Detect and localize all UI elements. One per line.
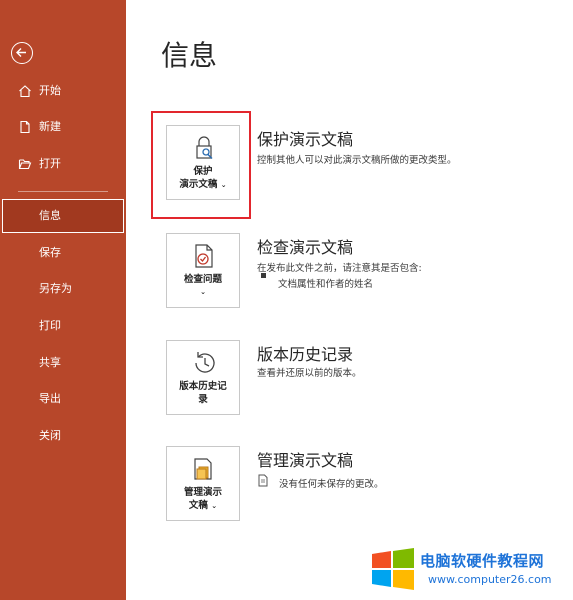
- version-history-button[interactable]: 版本历史记 录: [166, 340, 240, 415]
- bullet-text: 文档属性和作者的姓名: [278, 279, 374, 290]
- tile-label: 文稿 ⌄: [167, 500, 239, 512]
- folder-open-icon: [18, 159, 32, 170]
- sidebar-item-share[interactable]: 共享: [0, 346, 126, 380]
- sidebar-item-label: 保存: [39, 246, 61, 259]
- tile-label-text: 文稿: [188, 500, 208, 511]
- section-title: 保护演示文稿: [257, 130, 354, 149]
- chevron-down-icon: ⌄: [200, 288, 206, 296]
- sidebar-item-save[interactable]: 保存: [0, 236, 126, 270]
- inspect-document-icon: [195, 244, 213, 268]
- sidebar-item-label: 另存为: [39, 282, 72, 295]
- sidebar-item-label: 信息: [39, 209, 61, 222]
- section-title: 检查演示文稿: [257, 238, 354, 257]
- section-title: 管理演示文稿: [257, 451, 354, 470]
- sidebar-item-label: 新建: [39, 120, 61, 133]
- sidebar-item-info[interactable]: 信息: [2, 199, 124, 233]
- sidebar-item-label: 打印: [39, 319, 61, 332]
- chevron-down-icon: ⌄: [211, 502, 218, 510]
- sidebar-item-label: 关闭: [39, 429, 61, 442]
- highlight-box: [151, 111, 251, 219]
- sidebar-item-save-as[interactable]: 另存为: [0, 272, 126, 306]
- history-icon: [195, 352, 215, 373]
- sidebar-item-label: 打开: [39, 157, 61, 170]
- sidebar-item-label: 导出: [39, 392, 61, 405]
- sidebar-item-close[interactable]: 关闭: [0, 419, 126, 453]
- sidebar-item-open[interactable]: 打开: [0, 147, 126, 181]
- windows-logo-icon: [372, 548, 414, 590]
- section-description: 控制其他人可以对此演示文稿所做的更改类型。: [257, 155, 457, 166]
- manage-presentation-button[interactable]: 管理演示 文稿 ⌄: [166, 446, 240, 521]
- sidebar-item-export[interactable]: 导出: [0, 382, 126, 416]
- back-arrow-icon[interactable]: [11, 42, 33, 64]
- new-document-icon: [20, 120, 30, 134]
- bullet-icon: [261, 273, 266, 278]
- section-description: 在发布此文件之前，请注意其是否包含:: [257, 263, 422, 274]
- sidebar-item-new[interactable]: 新建: [0, 110, 126, 144]
- sidebar-item-home[interactable]: 开始: [0, 74, 126, 108]
- watermark-url: www.computer26.com: [428, 573, 552, 586]
- tile-label: 检查问题: [183, 274, 222, 285]
- watermark-title: 电脑软硬件教程网: [420, 552, 545, 570]
- check-issues-button[interactable]: 检查问题 ⌄: [166, 233, 240, 308]
- sidebar-item-label: 共享: [39, 356, 61, 369]
- page-title: 信息: [161, 39, 218, 72]
- document-icon: [258, 474, 268, 487]
- section-title: 版本历史记录: [257, 345, 354, 364]
- manage-document-icon: [194, 458, 212, 480]
- section-description: 没有任何未保存的更改。: [279, 479, 384, 490]
- sidebar-item-print[interactable]: 打印: [0, 309, 126, 343]
- sidebar-divider: [18, 191, 108, 192]
- tile-label: 版本历史记: [179, 381, 227, 392]
- tile-label: 管理演示: [183, 487, 222, 498]
- backstage-sidebar: 开始 新建 打开 信息 保存 另存为 打印 共享 导出 关闭: [0, 0, 126, 600]
- tile-label: 录: [198, 394, 208, 405]
- home-icon: [19, 85, 31, 98]
- sidebar-item-label: 开始: [39, 84, 61, 97]
- section-description: 查看并还原以前的版本。: [257, 368, 362, 379]
